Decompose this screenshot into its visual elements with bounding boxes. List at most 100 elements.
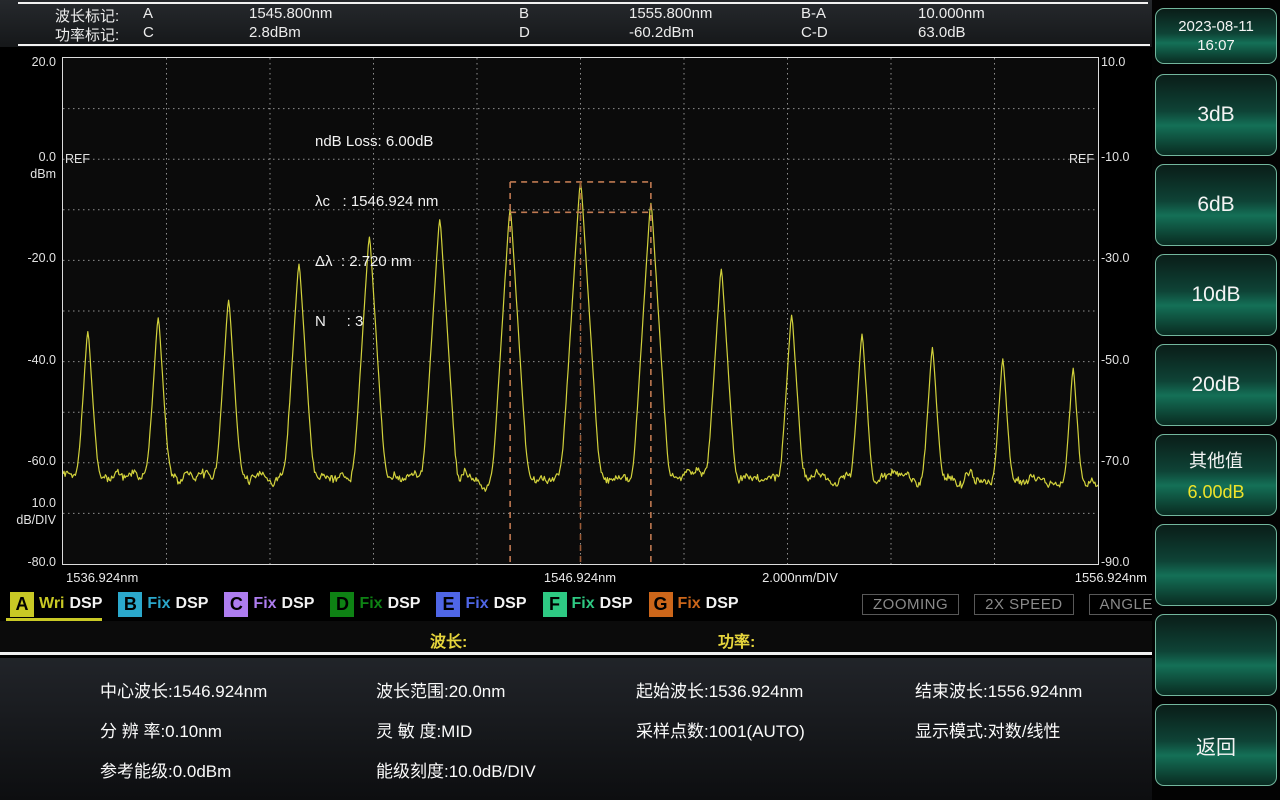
marker-c-value: 2.8dBm <box>249 24 301 41</box>
trace-tab-e[interactable]: E Fix DSP <box>436 591 527 617</box>
trace-f-letter: F <box>542 591 567 617</box>
trace-d-letter: D <box>330 591 355 617</box>
x-axis-start-label: 1536.924nm <box>66 570 139 585</box>
wavelength-marker-label: 波长标记: <box>55 8 120 25</box>
ref-marker-left: REF <box>65 152 90 166</box>
trace-b-kind: DSP <box>175 595 209 612</box>
trace-a-letter: A <box>10 591 34 617</box>
marker-d-name: D <box>519 24 530 41</box>
softkey-20db[interactable]: 20dB <box>1155 344 1277 426</box>
trace-a-mode: Wri <box>39 595 65 612</box>
y-axis-tick-right: -50.0 <box>1101 352 1130 367</box>
sample-points-value: 采样点数:1001(AUTO) <box>636 722 805 741</box>
datetime-button[interactable]: 2023-08-11 16:07 <box>1155 8 1277 64</box>
softkey-3db[interactable]: 3dB <box>1155 74 1277 156</box>
zooming-indicator[interactable]: ZOOMING <box>862 594 960 615</box>
wavelength-span-value: 波长范围:20.0nm <box>376 682 506 701</box>
marker-a-value: 1545.800nm <box>249 5 333 22</box>
display-mode-value: 显示模式:对数/线性 <box>915 722 1061 741</box>
y-axis-tick-left: 20.0 <box>31 55 56 69</box>
parameter-column-3: 起始波长:1536.924nm 采样点数:1001(AUTO) <box>636 682 805 762</box>
trace-f-kind: DSP <box>599 595 633 612</box>
softkey-blank-1[interactable] <box>1155 524 1277 606</box>
trace-c-letter: C <box>224 591 249 617</box>
lambda-c-line: λc : 1546.924 nm <box>315 193 439 210</box>
power-marker-label: 功率标记: <box>55 27 120 44</box>
wavelength-section-label: 波长: <box>430 634 468 651</box>
softkey-return[interactable]: 返回 <box>1155 704 1277 786</box>
softkey-return-label: 返回 <box>1196 736 1236 759</box>
softkey-sidebar: 2023-08-11 16:07 3dB 6dB 10dB 20dB 其他值 6… <box>1152 0 1280 800</box>
y-scale-value-label: 10.0 <box>31 496 56 511</box>
trace-e-mode: Fix <box>465 595 489 612</box>
trace-tab-d[interactable]: D Fix DSP <box>330 591 420 617</box>
power-section-label: 功率: <box>718 634 756 651</box>
y-axis-tick-right: -70.0 <box>1101 453 1130 468</box>
softkey-20db-label: 20dB <box>1191 373 1241 396</box>
y-axis-tick-left: -20.0 <box>27 251 57 266</box>
resolution-value: 分 辨 率:0.10nm <box>100 722 222 741</box>
x-axis-stop-label: 1556.924nm <box>1074 570 1147 585</box>
trace-d-kind: DSP <box>387 595 421 612</box>
trace-g-mode: Fix <box>677 595 701 612</box>
trace-b-letter: B <box>118 591 143 617</box>
osa-screen: 波长标记: A 1545.800nm B 1555.800nm B-A 10.0… <box>0 0 1280 800</box>
softkey-other-value-label: 其他值 <box>1189 451 1243 471</box>
date-text: 2023-08-11 <box>1178 18 1254 35</box>
trace-tab-g[interactable]: G Fix DSP <box>648 591 739 617</box>
y-axis-tick-right: 10.0 <box>1101 55 1126 69</box>
trace-tab-c[interactable]: C Fix DSP <box>224 591 314 617</box>
trace-tab-a[interactable]: A Wri DSP <box>5 591 103 622</box>
marker-cd-name: C-D <box>801 24 828 41</box>
trace-c-mode: Fix <box>253 595 277 612</box>
section-divider <box>0 652 1152 655</box>
spectrum-plot <box>62 57 1099 565</box>
stop-wavelength-value: 结束波长:1556.924nm <box>915 682 1083 701</box>
level-scale-value: 能级刻度:10.0dB/DIV <box>376 762 536 781</box>
ndb-measurement-readout: ndB Loss: 6.00dB λc : 1546.924 nm Δλ : 2… <box>315 92 438 372</box>
trace-f-mode: Fix <box>571 595 595 612</box>
parameter-column-1: 中心波长:1546.924nm 分 辨 率:0.10nm 参考能级:0.0dBm <box>100 682 267 800</box>
marker-cd-value: 63.0dB <box>918 24 966 41</box>
trace-e-kind: DSP <box>493 595 527 612</box>
trace-tab-b[interactable]: B Fix DSP <box>118 591 208 617</box>
marker-c-name: C <box>143 24 154 41</box>
softkey-6db[interactable]: 6dB <box>1155 164 1277 246</box>
section-bar: 波长: 功率: <box>0 621 1152 655</box>
x-axis-div-label: 2.000nm/DIV <box>762 570 838 585</box>
marker-ba-name: B-A <box>801 5 827 22</box>
softkey-10db[interactable]: 10dB <box>1155 254 1277 336</box>
marker-ba-value: 10.000nm <box>918 5 985 22</box>
trace-e-letter: E <box>436 591 461 617</box>
n-count-line: N : 3 <box>315 313 364 330</box>
speed-indicator[interactable]: 2X SPEED <box>974 594 1074 615</box>
trace-g-letter: G <box>648 591 673 617</box>
ref-marker-right: REF <box>1069 152 1094 166</box>
parameter-panel: 中心波长:1546.924nm 分 辨 率:0.10nm 参考能级:0.0dBm… <box>0 658 1152 800</box>
y-axis-tick-left: -40.0 <box>27 352 57 367</box>
trace-a-kind: DSP <box>69 595 103 612</box>
marker-b-value: 1555.800nm <box>629 5 713 22</box>
trace-tab-bar: A Wri DSP B Fix DSP C Fix DSP D Fix DSP … <box>5 591 739 622</box>
x-axis-center-label: 1546.924nm <box>543 570 617 585</box>
trace-tab-f[interactable]: F Fix DSP <box>542 591 633 617</box>
softkey-blank-2[interactable] <box>1155 614 1277 696</box>
center-wavelength-value: 中心波长:1546.924nm <box>100 682 268 701</box>
ndb-loss-line: ndB Loss: 6.00dB <box>315 133 434 150</box>
trace-b-mode: Fix <box>147 595 171 612</box>
y-axis-unit-label: dBm <box>30 167 56 182</box>
y-axis-tick-right: -90.0 <box>1101 555 1130 569</box>
marker-header: 波长标记: A 1545.800nm B 1555.800nm B-A 10.0… <box>0 0 1152 47</box>
y-axis-tick-right: -10.0 <box>1101 150 1130 165</box>
softkey-other-value[interactable]: 其他值 6.00dB <box>1155 434 1277 516</box>
marker-a-name: A <box>143 5 154 22</box>
time-text: 16:07 <box>1197 37 1235 54</box>
trace-g-kind: DSP <box>705 595 739 612</box>
parameter-column-2: 波长范围:20.0nm 灵 敏 度:MID 能级刻度:10.0dB/DIV <box>376 682 536 800</box>
status-indicator-bar: ZOOMING 2X SPEED ANGLED <box>862 594 1176 615</box>
wavelength-marker-row: 波长标记: A 1545.800nm B 1555.800nm B-A 10.0… <box>55 5 1146 26</box>
y-axis-tick-left: 0.0 <box>38 150 56 165</box>
reference-level-value: 参考能级:0.0dBm <box>100 762 232 781</box>
softkey-6db-label: 6dB <box>1197 193 1235 216</box>
start-wavelength-value: 起始波长:1536.924nm <box>636 682 804 701</box>
